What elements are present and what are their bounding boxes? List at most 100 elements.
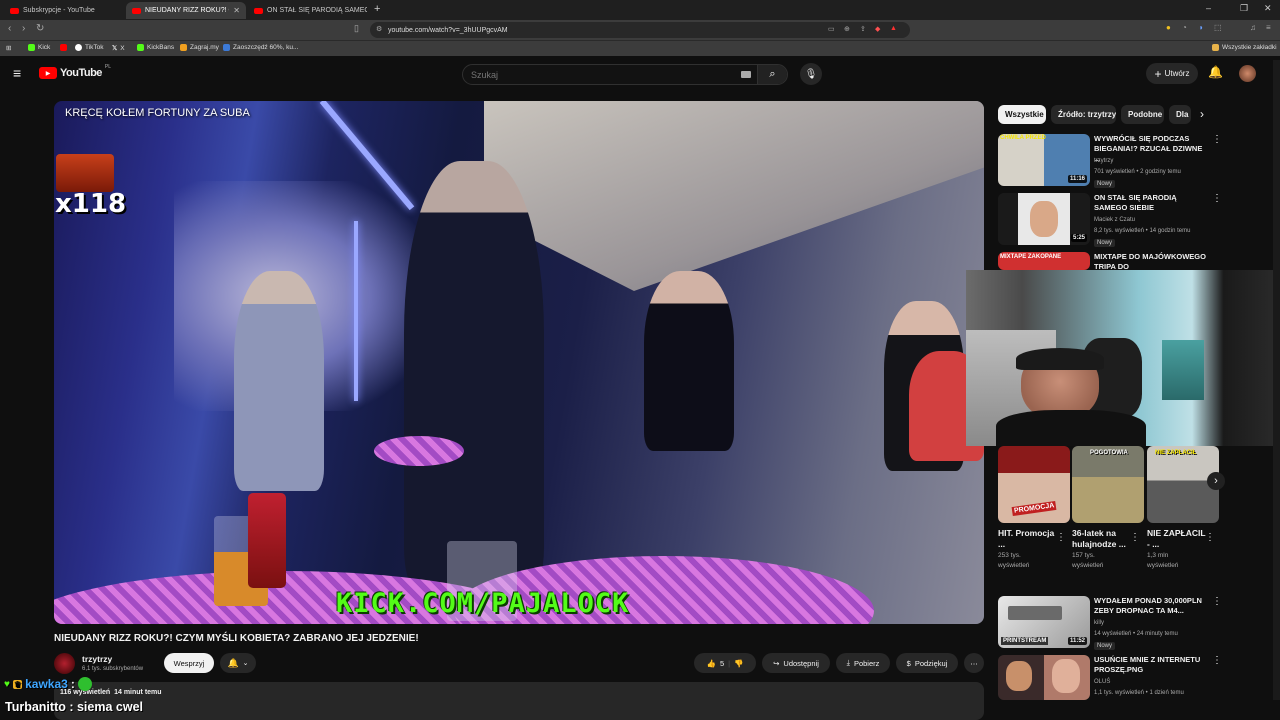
- share-icon[interactable]: ⇪: [860, 25, 866, 33]
- more-actions-button[interactable]: ⋯: [964, 653, 984, 673]
- youtube-logo[interactable]: ▶ YouTube PL: [39, 64, 111, 79]
- more-vertical-icon[interactable]: ⋮: [1205, 532, 1215, 543]
- video-thumbnail[interactable]: [998, 655, 1090, 700]
- close-tab-icon[interactable]: ✕: [233, 6, 246, 15]
- short-item[interactable]: POGOTOWIA 36-latek na hulajnodze ... 157…: [1072, 446, 1144, 570]
- more-vertical-icon[interactable]: ⋮: [1212, 596, 1222, 607]
- channel-name[interactable]: trzytrzy: [82, 654, 112, 664]
- browser-toolbar: ‹ › ↻ ▯ ⚙ youtube.com/watch?v=_3hUUPgcvA…: [0, 20, 1280, 40]
- chevron-right-icon[interactable]: ›: [1200, 107, 1204, 121]
- recommendation-item[interactable]: USUŃCIE MNIE Z INTERNETU PROSZĘ.PNG OLUŚ…: [998, 655, 1228, 703]
- extension-icon[interactable]: ●: [1166, 23, 1171, 32]
- thumbnail-text: NIE ZAPŁACIŁ: [1155, 450, 1197, 456]
- short-thumbnail[interactable]: POGOTOWIA: [1072, 446, 1144, 523]
- url-bar[interactable]: ⚙ youtube.com/watch?v=_3hUUPgcvAM ▭ ⊕ ⇪ …: [370, 22, 910, 38]
- new-badge: Nowy: [1094, 239, 1116, 247]
- chip-all[interactable]: Wszystkie: [998, 105, 1046, 124]
- youtube-icon: [60, 44, 67, 51]
- zoom-icon[interactable]: ⊕: [844, 25, 850, 33]
- all-bookmarks[interactable]: Wszystkie zakładki: [1212, 44, 1277, 51]
- alert-icon[interactable]: ▲: [890, 25, 897, 32]
- page-scrollbar[interactable]: [1273, 60, 1280, 700]
- recommendation-item[interactable]: 5:25 ON STAŁ SIĘ PARODIĄ SAMEGO SIEBIE M…: [998, 193, 1228, 247]
- voice-search-button[interactable]: 🎙: [800, 63, 822, 85]
- minimize-icon[interactable]: –: [1206, 3, 1211, 13]
- media-icon[interactable]: ♫: [1250, 23, 1256, 32]
- short-views: 157 tys.: [1072, 552, 1095, 559]
- video-title: WYDAŁEM PONAD 30,000PLN ZEBY DROPNAC TA …: [1094, 596, 1202, 615]
- like-button[interactable]: 👍 5: [707, 659, 725, 668]
- short-title: 36-latek na hulajnodze ...: [1072, 528, 1126, 549]
- menu-icon[interactable]: ≡: [13, 65, 21, 81]
- new-tab-button[interactable]: +: [374, 3, 380, 15]
- chip-for-you[interactable]: Dla: [1169, 105, 1191, 124]
- site-info-icon[interactable]: ⚙: [376, 25, 382, 33]
- shorts-next-button[interactable]: ›: [1207, 472, 1225, 490]
- video-thumbnail[interactable]: CHWILA PRZED 11:16: [998, 134, 1090, 186]
- browser-tab[interactable]: ON STAŁ SIĘ PARODIĄ SAMEGO SIEBIE: [248, 2, 368, 19]
- browser-menu-icon[interactable]: ≡: [1266, 23, 1271, 32]
- description-box[interactable]: [54, 682, 984, 720]
- more-vertical-icon[interactable]: ⋮: [1056, 532, 1066, 543]
- video-thumbnail[interactable]: 5:25: [998, 193, 1090, 245]
- short-thumbnail[interactable]: PROMOCJA: [998, 446, 1070, 523]
- recommendation-item[interactable]: PRINTSTREAM 11:52 WYDAŁEM PONAD 30,000PL…: [998, 596, 1228, 650]
- video-player[interactable]: KRĘCĘ KOŁEM FORTUNY ZA SUBA x118 KICK.CO…: [54, 101, 984, 624]
- bookmark-item[interactable]: Kick: [28, 44, 50, 51]
- short-item[interactable]: NIE ZAPŁACIŁ NIE ZAPŁACIL - ... 1,3 mln …: [1147, 446, 1219, 570]
- bookmark-item[interactable]: Zagraj.my: [180, 44, 219, 51]
- bookmark-icon[interactable]: ▯: [354, 23, 359, 34]
- new-badge: Nowy: [1094, 642, 1116, 650]
- maximize-icon[interactable]: ❐: [1240, 3, 1248, 14]
- channel-name[interactable]: trzytrzy: [1094, 158, 1113, 164]
- game-icon: [180, 44, 187, 51]
- webcam-scene: [1162, 340, 1204, 400]
- apps-grid-icon[interactable]: ⊞: [6, 44, 11, 52]
- video-thumbnail[interactable]: PRINTSTREAM 11:52: [998, 596, 1090, 648]
- chip-source[interactable]: Źródło: trzytrzy: [1051, 105, 1116, 124]
- support-button[interactable]: Wesprzyj: [164, 653, 214, 673]
- channel-name[interactable]: Maciek z Czatu: [1094, 217, 1135, 223]
- shield-icon[interactable]: ◆: [875, 25, 880, 33]
- bookmark-item[interactable]: 𝕏X: [112, 44, 125, 53]
- more-vertical-icon[interactable]: ⋮: [1130, 532, 1140, 543]
- more-vertical-icon[interactable]: ⋮: [1212, 134, 1222, 145]
- recommendation-item[interactable]: CHWILA PRZED 11:16 WYWRÓCIŁ SIĘ PODCZAS …: [998, 134, 1228, 188]
- chip-similar[interactable]: Podobne: [1121, 105, 1164, 124]
- search-input[interactable]: [471, 70, 721, 80]
- close-window-icon[interactable]: ✕: [1264, 3, 1272, 14]
- video-overlay-counter: x118: [55, 189, 127, 219]
- more-vertical-icon[interactable]: ⋮: [1212, 193, 1222, 204]
- download-button[interactable]: ⤓ Pobierz: [836, 653, 890, 673]
- extension-icon[interactable]: ◔: [1182, 23, 1187, 32]
- more-vertical-icon[interactable]: ⋮: [1212, 655, 1222, 666]
- thanks-button[interactable]: $ Podziękuj: [896, 653, 958, 673]
- cast-icon[interactable]: ▭: [828, 25, 835, 33]
- keyboard-icon[interactable]: [741, 71, 751, 78]
- extensions-puzzle-icon[interactable]: ⬚: [1214, 23, 1222, 32]
- user-avatar[interactable]: [1239, 65, 1256, 82]
- bookmark-item[interactable]: [60, 44, 67, 51]
- short-item[interactable]: PROMOCJA HIT. Promocja ... 253 tys. wyśw…: [998, 446, 1070, 570]
- bookmark-item[interactable]: Zaoszczędź 60%, ku...: [223, 44, 298, 51]
- browser-tab[interactable]: Subskrypcje - YouTube: [4, 2, 124, 19]
- thumbs-down-icon[interactable]: 👎: [734, 659, 743, 668]
- search-button[interactable]: ⌕: [757, 65, 787, 84]
- channel-name[interactable]: killy: [1094, 620, 1104, 626]
- create-button[interactable]: + Utwórz: [1146, 63, 1198, 84]
- channel-avatar[interactable]: [54, 653, 75, 674]
- browser-tab-active[interactable]: NIEUDANY RIZZ ROKU?! CZY ✕: [126, 2, 246, 19]
- subscription-bell-button[interactable]: 🔔 ⌄: [220, 653, 256, 673]
- forward-icon[interactable]: ›: [22, 23, 25, 34]
- reload-icon[interactable]: ↻: [36, 23, 44, 34]
- bookmark-item[interactable]: KickBans: [137, 44, 174, 51]
- share-button[interactable]: ↪ Udostępnij: [762, 653, 830, 673]
- extension-icon[interactable]: ◑: [1198, 23, 1203, 32]
- back-icon[interactable]: ‹: [8, 23, 11, 34]
- notifications-bell-icon[interactable]: 🔔: [1208, 65, 1223, 79]
- kick-icon: [28, 44, 35, 51]
- recommendation-item[interactable]: MIXTAPE ZAKOPANE MIXTAPE DO MAJÓWKOWEGO …: [998, 252, 1228, 270]
- channel-name[interactable]: OLUŚ: [1094, 679, 1110, 685]
- bookmark-item[interactable]: TikTok: [75, 44, 104, 51]
- video-thumbnail[interactable]: MIXTAPE ZAKOPANE: [998, 252, 1090, 270]
